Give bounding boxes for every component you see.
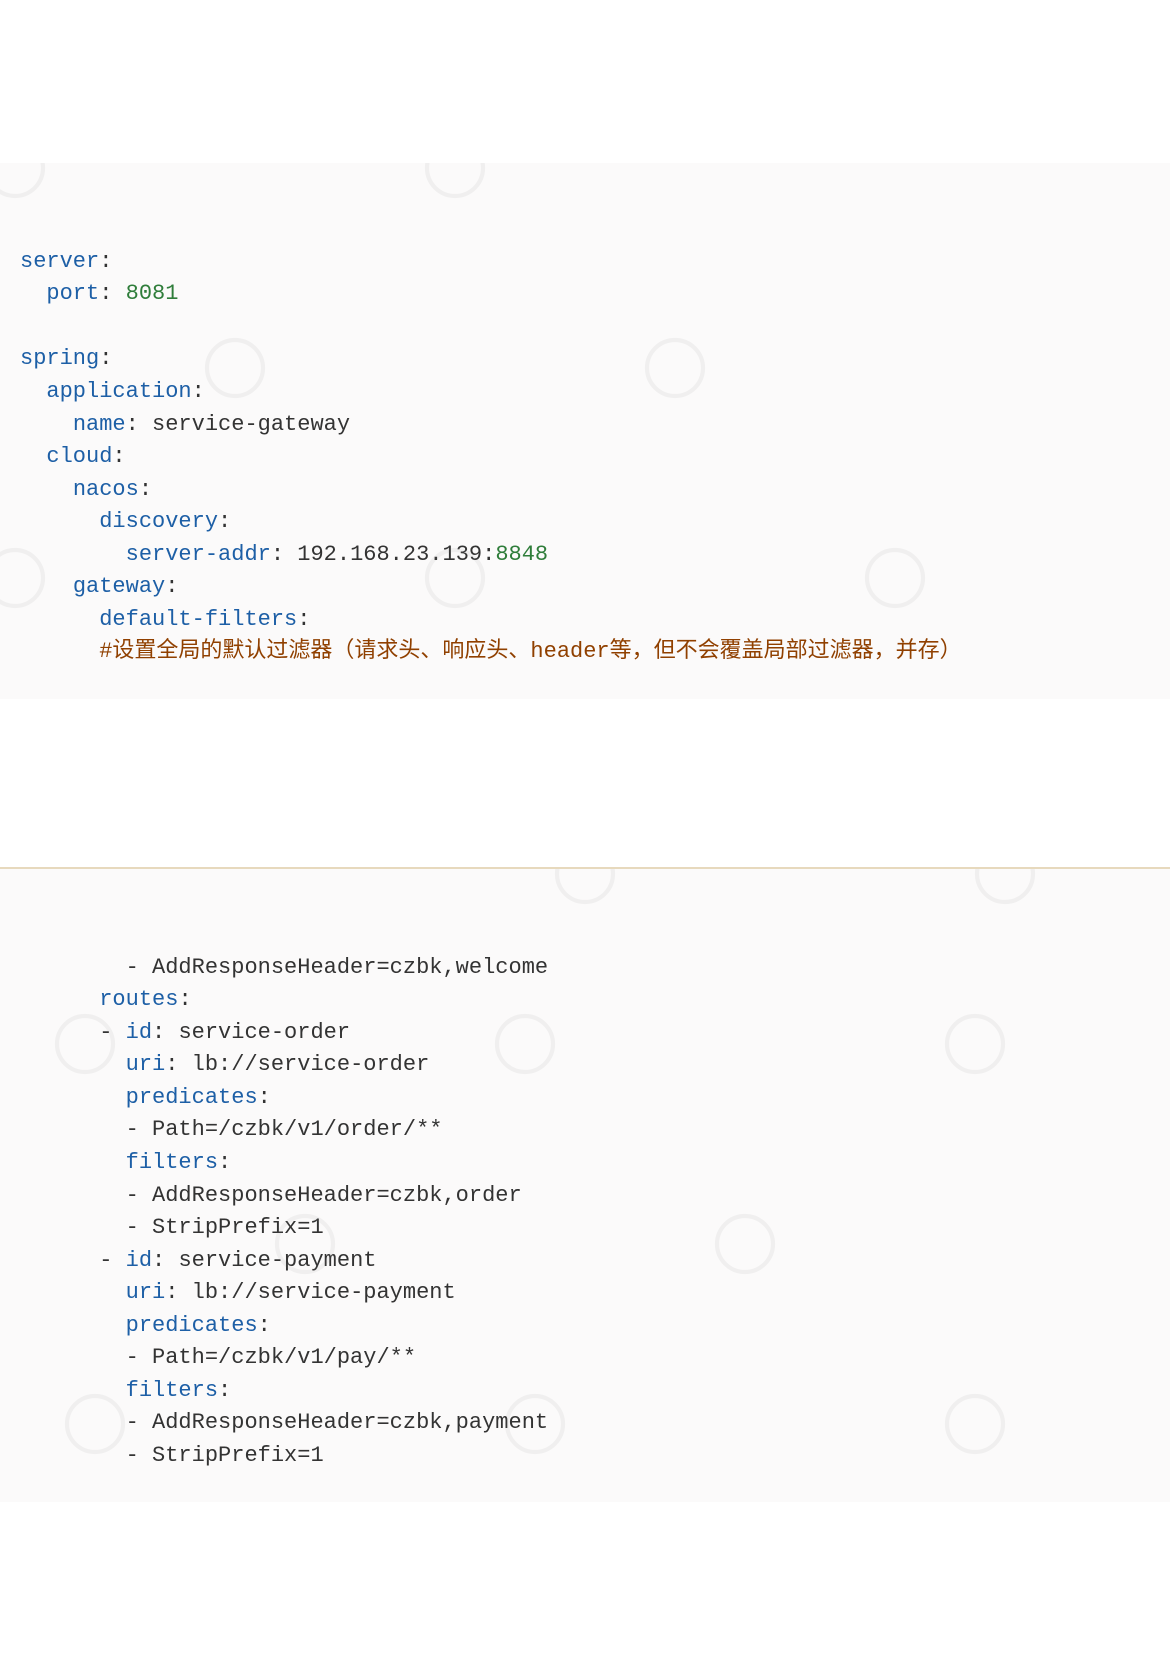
- yaml-key-id: id: [126, 1020, 152, 1045]
- yaml-key-uri: uri: [126, 1052, 166, 1077]
- yaml-item-predicate: - Path=/czbk/v1/order/**: [126, 1117, 443, 1142]
- yaml-key-discovery: discovery: [99, 509, 218, 534]
- yaml-dash: -: [99, 1020, 125, 1045]
- yaml-item-predicate: - Path=/czbk/v1/pay/**: [126, 1345, 416, 1370]
- code-block-bottom: - AddResponseHeader=czbk,welcome routes:…: [0, 867, 1170, 1503]
- yaml-key-filters: filters: [126, 1378, 218, 1403]
- yaml-item-default-filter: - AddResponseHeader=czbk,welcome: [126, 955, 548, 980]
- yaml-key-spring: spring: [20, 346, 99, 371]
- yaml-key-gateway: gateway: [73, 574, 165, 599]
- yaml-value-uri: lb://service-order: [192, 1052, 430, 1077]
- yaml-item-filter: - StripPrefix=1: [126, 1443, 324, 1468]
- yaml-key-predicates: predicates: [126, 1085, 258, 1110]
- yaml-dash: -: [99, 1248, 125, 1273]
- yaml-key-server: server: [20, 249, 99, 274]
- yaml-key-port: port: [46, 281, 99, 306]
- yaml-key-predicates: predicates: [126, 1313, 258, 1338]
- yaml-key-routes: routes: [99, 987, 178, 1012]
- yaml-value-id: service-payment: [178, 1248, 376, 1273]
- yaml-item-filter: - AddResponseHeader=czbk,payment: [126, 1410, 548, 1435]
- yaml-key-default-filters: default-filters: [99, 607, 297, 632]
- yaml-item-filter: - AddResponseHeader=czbk,order: [126, 1183, 522, 1208]
- yaml-key-cloud: cloud: [46, 444, 112, 469]
- yaml-value-uri: lb://service-payment: [192, 1280, 456, 1305]
- yaml-item-filter: - StripPrefix=1: [126, 1215, 324, 1240]
- yaml-value-port: 8081: [126, 281, 179, 306]
- yaml-key-filters: filters: [126, 1150, 218, 1175]
- yaml-value-id: service-order: [178, 1020, 350, 1045]
- yaml-key-uri: uri: [126, 1280, 166, 1305]
- code-block-top: server: port: 8081 spring: application: …: [0, 163, 1170, 699]
- yaml-key-name: name: [73, 412, 126, 437]
- yaml-key-id: id: [126, 1248, 152, 1273]
- yaml-value-server-addr: 192.168.23.139:: [297, 542, 495, 567]
- yaml-comment: #设置全局的默认过滤器（请求头、响应头、header等，但不会覆盖局部过滤器，并…: [99, 639, 961, 664]
- yaml-key-server-addr: server-addr: [126, 542, 271, 567]
- yaml-value-name: service-gateway: [152, 412, 350, 437]
- yaml-key-nacos: nacos: [73, 477, 139, 502]
- yaml-value-server-addr-port: 8848: [495, 542, 548, 567]
- yaml-key-application: application: [46, 379, 191, 404]
